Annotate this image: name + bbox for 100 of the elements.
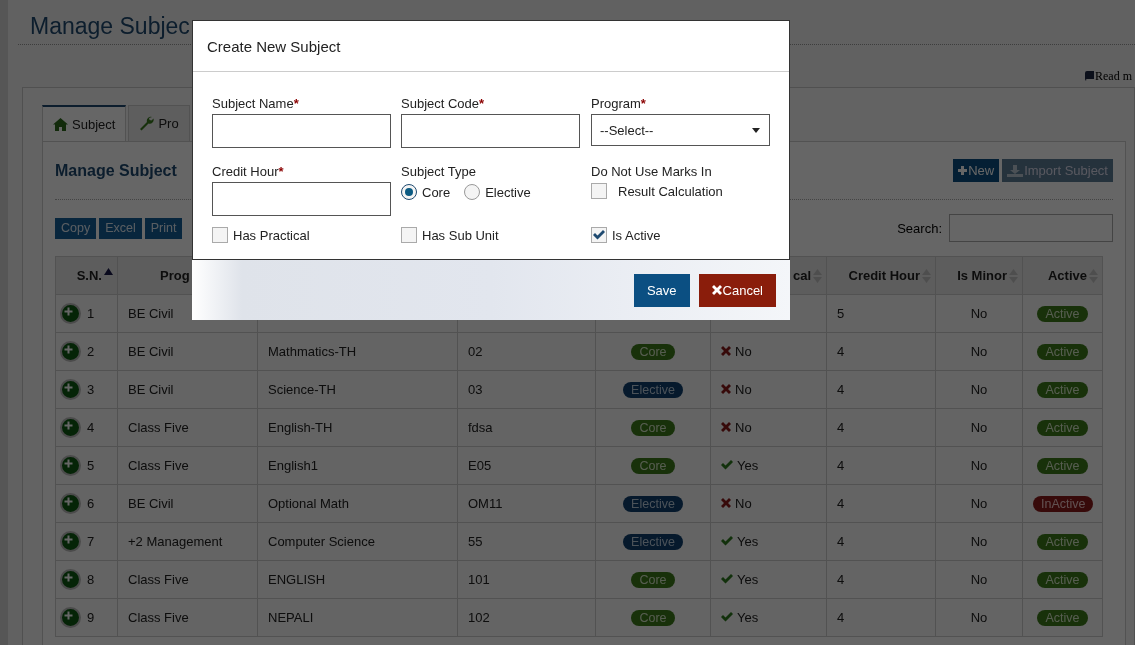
table-cell: No [970, 458, 988, 473]
check-icon [721, 612, 733, 623]
table-cell: 4 [837, 420, 845, 435]
status-badge: Active [1037, 457, 1088, 474]
practical-status: No [721, 343, 752, 359]
table-cell: NEPALI [268, 610, 314, 625]
input-field[interactable] [212, 114, 391, 148]
status-badge: Active [1037, 609, 1088, 626]
status-badge: Active [1037, 533, 1088, 550]
table-cell: 4 [837, 534, 845, 549]
table-cell: No [970, 496, 988, 511]
status-badge: Active [1037, 381, 1088, 398]
type-badge: Core [631, 609, 675, 626]
expand-row-button[interactable] [60, 341, 81, 362]
plus-icon [62, 305, 75, 318]
checkbox[interactable] [401, 227, 417, 243]
checkbox[interactable] [591, 183, 607, 199]
plus-icon [62, 609, 75, 622]
read-more-link[interactable]: Read m [1085, 69, 1132, 83]
search-field[interactable] [949, 214, 1113, 242]
column-header[interactable]: cal [792, 268, 822, 283]
field-label: Credit Hour* [212, 164, 285, 180]
table-cell: BE Civil [128, 306, 174, 321]
cross-icon [721, 498, 731, 509]
export-button[interactable]: Print [144, 217, 183, 239]
field-label: Subject Name* [212, 96, 300, 112]
row-number: 6 [87, 496, 95, 511]
plus-icon [62, 495, 75, 508]
export-button[interactable]: Copy [55, 217, 97, 239]
program-select[interactable]: --Select-- [591, 114, 770, 146]
table-cell: BE Civil [128, 344, 174, 359]
tab[interactable]: Subject [42, 105, 127, 141]
table-cell: Class Five [128, 610, 189, 625]
save-button[interactable]: Save [633, 273, 690, 307]
table-cell: Mathmatics-TH [268, 344, 357, 359]
input-field[interactable] [401, 114, 580, 148]
plus-icon [62, 381, 75, 394]
tab[interactable]: Pro [128, 105, 190, 141]
table-cell: 02 [468, 344, 483, 359]
expand-row-button[interactable] [60, 531, 81, 552]
checkbox[interactable] [591, 227, 607, 243]
table-cell: No [970, 344, 988, 359]
table-cell: 4 [837, 382, 845, 397]
table-cell: 5 [837, 306, 845, 321]
field-label: Do Not Use Marks In [591, 164, 713, 180]
status-badge: Active [1037, 571, 1088, 588]
table-cell: No [970, 382, 988, 397]
table-cell: 4 [837, 344, 845, 359]
table-cell: Class Five [128, 572, 189, 587]
type-badge: Elective [623, 381, 683, 398]
home-icon [53, 117, 68, 131]
new-button[interactable]: New [953, 159, 1000, 182]
plus-icon [62, 533, 75, 546]
practical-status: Yes [721, 457, 759, 473]
table-cell: No [970, 572, 988, 587]
table-cell: OM11 [468, 496, 503, 511]
cancel-button[interactable]: Cancel [698, 273, 776, 307]
practical-status: No [721, 419, 752, 435]
field-label: Subject Type [401, 164, 477, 180]
caret-icon [752, 127, 760, 133]
status-badge: Active [1037, 343, 1088, 360]
row-number: 7 [87, 534, 95, 549]
expand-row-button[interactable] [60, 303, 81, 324]
table-cell: 03 [468, 382, 483, 397]
table-cell: 4 [837, 572, 845, 587]
radio-option[interactable]: Elective [464, 184, 531, 200]
radio-option[interactable]: Core [401, 184, 451, 200]
table-cell: BE Civil [128, 382, 174, 397]
table-cell: 102 [468, 610, 490, 625]
table-cell: 4 [837, 496, 845, 511]
row-number: 2 [87, 344, 95, 359]
status-badge: Active [1037, 305, 1088, 322]
input-field[interactable] [212, 182, 391, 216]
expand-row-button[interactable] [60, 569, 81, 590]
plus-icon [62, 419, 75, 432]
expand-row-button[interactable] [60, 607, 81, 628]
expand-row-button[interactable] [60, 493, 81, 514]
export-button[interactable]: Excel [99, 217, 142, 239]
check-icon [721, 460, 733, 471]
practical-status: No [721, 381, 752, 397]
table-cell: English1 [268, 458, 318, 473]
expand-row-button[interactable] [60, 379, 81, 400]
table-cell: No [970, 610, 988, 625]
field-label: Subject Code* [401, 96, 486, 112]
expand-row-button[interactable] [60, 455, 81, 476]
row-number: 8 [87, 572, 95, 587]
expand-row-button[interactable] [60, 417, 81, 438]
checkbox-label: Is Active [612, 227, 661, 243]
table-cell: 101 [468, 572, 490, 587]
download-icon [1007, 164, 1024, 177]
practical-status: Yes [721, 533, 759, 549]
close-icon [711, 285, 722, 295]
table-cell: +2 Management [128, 534, 223, 549]
type-badge: Core [631, 343, 675, 360]
cross-icon [721, 422, 731, 433]
row-number: 1 [87, 306, 95, 321]
checkbox[interactable] [212, 227, 228, 243]
table-cell: E05 [468, 458, 492, 473]
type-badge: Core [631, 457, 675, 474]
column-header[interactable]: Prog [160, 268, 190, 283]
